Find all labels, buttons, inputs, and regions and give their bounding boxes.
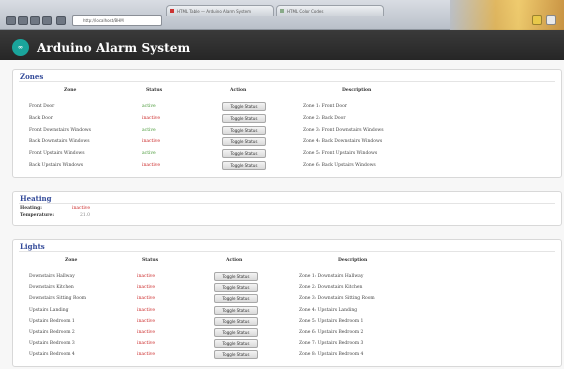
status-badge: active	[142, 127, 156, 133]
zone-name: Downstairs Kitchen	[29, 285, 74, 291]
divider	[19, 203, 555, 204]
browser-tab[interactable]: HTML Color Codes	[276, 5, 384, 16]
zone-name: Back Upstairs Windows	[29, 163, 84, 168]
status-badge: inactive	[137, 330, 155, 335]
column-header-description: Description	[338, 258, 368, 263]
back-icon[interactable]	[6, 16, 16, 25]
lights-title: Lights	[20, 242, 45, 251]
zone-name: Upstairs Landing	[29, 307, 69, 313]
column-header-zone: Zone	[64, 88, 77, 93]
toggle-status-button[interactable]: Toggle Status	[222, 161, 266, 170]
divider	[19, 81, 555, 82]
toggle-status-button[interactable]: Toggle Status	[214, 316, 258, 326]
status-badge: inactive	[137, 341, 155, 347]
tab-title: HTML Color Codes	[287, 9, 324, 14]
zones-panel: Zones Zone Status Action Description Fro…	[12, 69, 562, 178]
arduino-logo: ∞	[12, 39, 29, 56]
column-header-description: Description	[342, 88, 372, 93]
toggle-status-button[interactable]: Toggle Status	[222, 102, 266, 111]
reload-icon[interactable]	[30, 16, 40, 25]
toggle-status-button[interactable]: Toggle Status	[214, 350, 258, 360]
zone-description: Zone 1: Downstairs Hallway	[299, 274, 364, 279]
column-header-action: Action	[230, 88, 247, 93]
status-badge: inactive	[137, 318, 155, 324]
heating-label: Heating:	[20, 206, 42, 211]
zone-name: Upstairs Bedroom 3	[29, 341, 75, 347]
status-badge: inactive	[137, 352, 155, 358]
zone-description: Zone 8: Upstairs Bedroom 4	[299, 352, 364, 358]
home-icon[interactable]	[56, 16, 66, 25]
zone-name: Upstairs Bedroom 2	[29, 330, 75, 335]
zone-description: Zone 3: Downstairs Sitting Room	[299, 296, 375, 302]
zone-description: Zone 6: Back Upstairs Windows	[303, 163, 376, 168]
zone-name: Front Downstairs Windows	[29, 127, 91, 133]
zone-name: Front Upstairs Windows	[29, 151, 85, 157]
temperature-label: Temperature:	[20, 213, 54, 218]
toggle-status-button[interactable]: Toggle Status	[222, 125, 266, 135]
toggle-status-button[interactable]: Toggle Status	[214, 339, 258, 349]
zone-description: Zone 1: Front Door	[303, 104, 347, 109]
column-header-status: Status	[146, 88, 163, 93]
temperature-value: 21.0	[80, 213, 91, 218]
page-title: Arduino Alarm System	[37, 41, 191, 55]
status-badge: inactive	[142, 163, 160, 168]
settings-icon[interactable]	[546, 15, 556, 25]
tab-title: HTML Table — Arduino Alarm System	[177, 9, 251, 14]
favicon-icon	[280, 9, 284, 13]
zone-name: Front Door	[29, 104, 55, 109]
zone-description: Zone 4: Upstairs Landing	[299, 307, 358, 313]
zone-description: Zone 5: Front Upstairs Windows	[303, 151, 378, 157]
zone-name: Upstairs Bedroom 1	[29, 318, 75, 324]
favicon-icon	[170, 9, 174, 13]
column-header-zone: Zone	[65, 258, 78, 263]
toggle-status-button[interactable]: Toggle Status	[222, 113, 266, 123]
status-badge: active	[142, 151, 156, 157]
bookmark-icon[interactable]	[532, 15, 542, 25]
zone-description: Zone 5: Upstairs Bedroom 1	[299, 318, 364, 324]
zone-description: Zone 3: Front Downstairs Windows	[303, 127, 384, 133]
heating-panel: Heating Heating: inactive Temperature: 2…	[12, 191, 562, 226]
zone-description: Zone 2: Downstairs Kitchen	[299, 285, 363, 291]
toggle-status-button[interactable]: Toggle Status	[214, 294, 258, 304]
zone-description: Zone 2: Back Door	[303, 115, 346, 121]
status-badge: inactive	[142, 139, 160, 145]
status-badge: inactive	[137, 285, 155, 291]
column-header-status: Status	[142, 258, 159, 263]
heating-title: Heating	[20, 194, 52, 203]
stop-icon[interactable]	[42, 16, 52, 25]
toggle-status-button[interactable]: Toggle Status	[214, 328, 258, 337]
toggle-status-button[interactable]: Toggle Status	[214, 305, 258, 315]
toggle-status-button[interactable]: Toggle Status	[222, 149, 266, 159]
status-badge: inactive	[137, 274, 155, 279]
status-badge: inactive	[142, 115, 160, 121]
zone-description: Zone 7: Upstairs Bedroom 3	[299, 341, 364, 347]
zone-name: Downstairs Sitting Room	[29, 296, 87, 302]
status-badge: inactive	[137, 307, 155, 313]
zones-title: Zones	[20, 72, 44, 81]
forward-icon[interactable]	[18, 16, 28, 25]
browser-tab[interactable]: HTML Table — Arduino Alarm System	[166, 5, 274, 16]
heating-status: inactive	[72, 206, 90, 211]
zone-name: Back Door	[29, 115, 53, 121]
zone-description: Zone 4: Back Downstairs Windows	[303, 139, 383, 145]
toggle-status-button[interactable]: Toggle Status	[214, 272, 258, 281]
status-badge: inactive	[137, 296, 155, 302]
toggle-status-button[interactable]: Toggle Status	[222, 137, 266, 147]
zone-name: Downstairs Hallway	[29, 274, 75, 279]
zone-name: Back Downstairs Windows	[29, 139, 90, 145]
zone-name: Upstairs Bedroom 4	[29, 352, 75, 358]
column-header-action: Action	[226, 258, 243, 263]
toggle-status-button[interactable]: Toggle Status	[214, 283, 258, 293]
browser-toolbar: http://localhost/BHM HTML Table — Arduin…	[0, 0, 564, 30]
status-badge: active	[142, 104, 156, 109]
zone-description: Zone 6: Upstairs Bedroom 2	[299, 330, 364, 335]
divider	[19, 251, 555, 252]
lights-panel: Lights Zone Status Action Description Do…	[12, 239, 562, 367]
address-bar[interactable]: http://localhost/BHM	[72, 15, 162, 26]
